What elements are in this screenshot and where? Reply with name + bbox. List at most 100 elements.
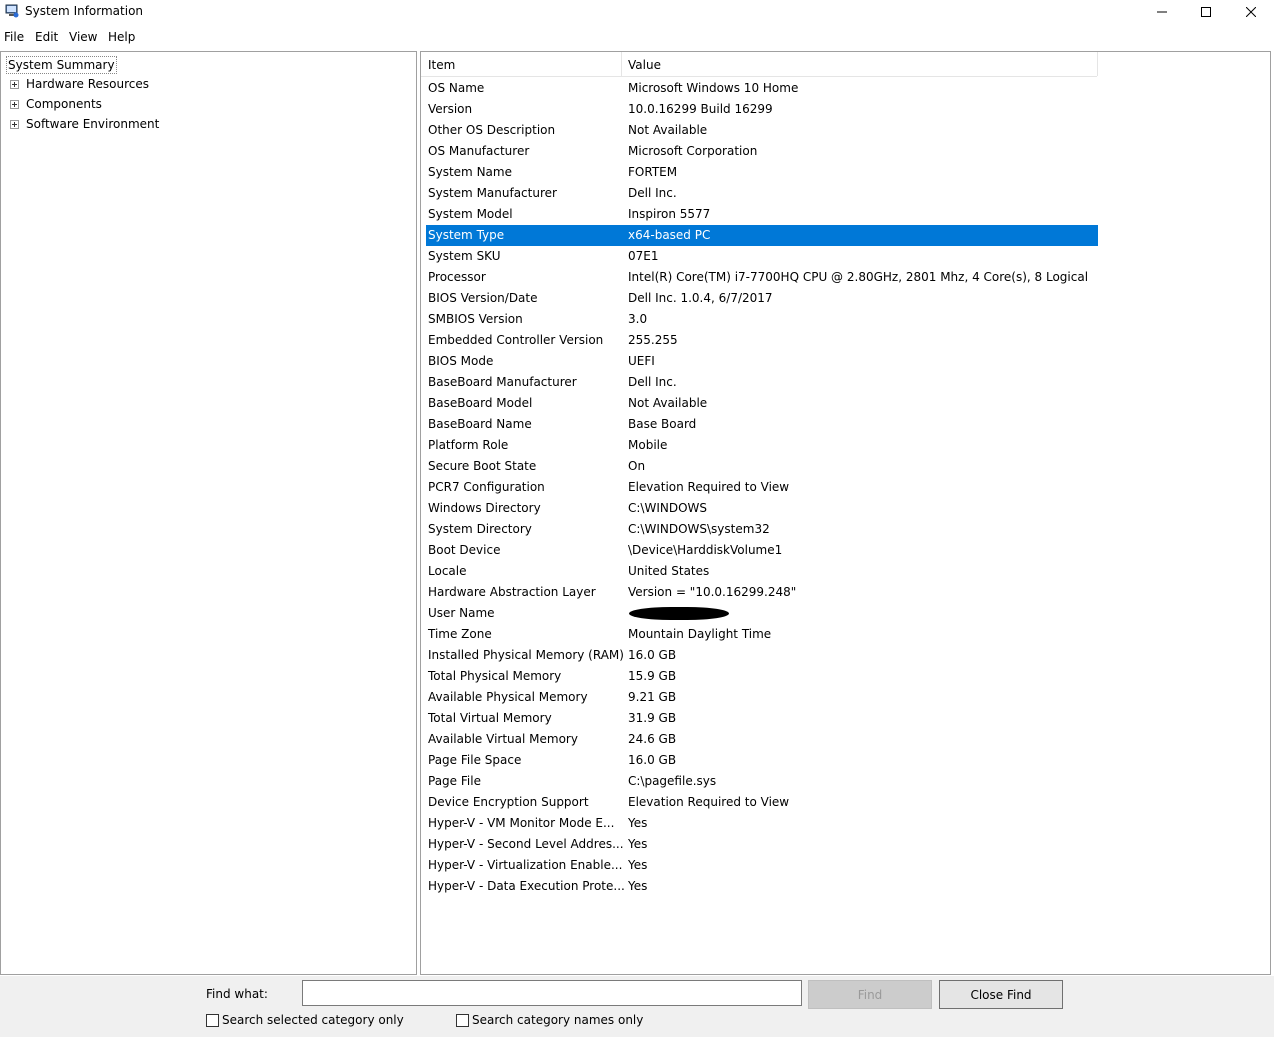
close-button[interactable] (1228, 0, 1274, 24)
find-label: Find what: (206, 987, 268, 1001)
expand-icon[interactable] (10, 79, 19, 89)
tree-item-label: Hardware Resources (26, 77, 150, 91)
table-row[interactable]: Hyper-V - Second Level Addres... Yes (426, 834, 1098, 855)
row-item: BaseBoard Model (428, 396, 533, 410)
tree-item-system-summary[interactable]: System Summary (6, 56, 117, 74)
table-row[interactable]: Installed Physical Memory (RAM) 16.0 GB (426, 645, 1098, 666)
row-item: Hyper-V - VM Monitor Mode E... (428, 816, 615, 830)
row-value: On (628, 459, 646, 473)
table-row[interactable]: Boot Device \Device\HarddiskVolume1 (426, 540, 1098, 561)
table-row[interactable]: Total Physical Memory 15.9 GB (426, 666, 1098, 687)
row-item: Device Encryption Support (428, 795, 589, 809)
column-divider[interactable] (1097, 52, 1098, 76)
column-divider[interactable] (621, 52, 622, 76)
system-information-app-icon (5, 4, 19, 18)
table-row[interactable]: BaseBoard Model Not Available (426, 393, 1098, 414)
expand-icon[interactable] (10, 99, 19, 109)
search-category-names-checkbox[interactable]: Search category names only (456, 1013, 643, 1027)
row-value: 15.9 GB (628, 669, 677, 683)
row-value: Mountain Daylight Time (628, 627, 772, 641)
row-value: 16.0 GB (628, 648, 677, 662)
column-header-value[interactable]: Value (628, 58, 661, 72)
column-header-item[interactable]: Item (428, 58, 455, 72)
row-item: System SKU (428, 249, 501, 263)
minimize-icon (1157, 11, 1167, 13)
row-item: System Model (428, 207, 513, 221)
list-header: Item Value (421, 52, 1098, 77)
row-item: System Type (428, 228, 505, 242)
row-value: Intel(R) Core(TM) i7-7700HQ CPU @ 2.80GH… (628, 270, 1088, 284)
table-row[interactable]: OS Manufacturer Microsoft Corporation (426, 141, 1098, 162)
table-row[interactable]: User Name (426, 603, 1098, 624)
row-item: BaseBoard Manufacturer (428, 375, 577, 389)
table-row[interactable]: Processor Intel(R) Core(TM) i7-7700HQ CPU… (426, 267, 1098, 288)
table-row[interactable]: Hardware Abstraction Layer Version = "10.… (426, 582, 1098, 603)
table-row[interactable]: Hyper-V - Data Execution Prote... Yes (426, 876, 1098, 897)
table-row[interactable]: System Name FORTEM (426, 162, 1098, 183)
table-row[interactable]: Hyper-V - VM Monitor Mode E... Yes (426, 813, 1098, 834)
row-item: Page File (428, 774, 481, 788)
menu-help[interactable]: Help (108, 30, 135, 44)
table-row[interactable]: Available Virtual Memory 24.6 GB (426, 729, 1098, 750)
table-row[interactable]: System Directory C:\WINDOWS\system32 (426, 519, 1098, 540)
row-value: Elevation Required to View (628, 480, 790, 494)
table-row[interactable]: Windows Directory C:\WINDOWS (426, 498, 1098, 519)
table-row[interactable]: OS Name Microsoft Windows 10 Home (426, 78, 1098, 99)
table-row[interactable]: BaseBoard Manufacturer Dell Inc. (426, 372, 1098, 393)
table-row[interactable]: Secure Boot State On (426, 456, 1098, 477)
tree-item-software-environment[interactable]: Software Environment (10, 116, 159, 132)
menu-view[interactable]: View (69, 30, 97, 44)
row-value: Base Board (628, 417, 697, 431)
table-row[interactable]: PCR7 Configuration Elevation Required to … (426, 477, 1098, 498)
list-rows: OS Name Microsoft Windows 10 Home Version 1… (426, 78, 1098, 897)
table-row[interactable]: System Model Inspiron 5577 (426, 204, 1098, 225)
tree-item-components[interactable]: Components (10, 96, 102, 112)
table-row[interactable]: Device Encryption Support Elevation Requi… (426, 792, 1098, 813)
find-button[interactable]: Find (808, 980, 932, 1009)
category-tree[interactable]: System Summary Hardware Resources Compon… (0, 51, 417, 975)
table-row[interactable]: System Manufacturer Dell Inc. (426, 183, 1098, 204)
table-row[interactable]: Embedded Controller Version 255.255 (426, 330, 1098, 351)
table-row[interactable]: Hyper-V - Virtualization Enable... Yes (426, 855, 1098, 876)
row-value: C:\WINDOWS (628, 501, 708, 515)
table-row[interactable]: Other OS Description Not Available (426, 120, 1098, 141)
close-find-button[interactable]: Close Find (939, 980, 1063, 1009)
checkbox-box[interactable] (206, 1013, 219, 1027)
find-input[interactable] (302, 980, 802, 1006)
table-row[interactable]: BIOS Version/Date Dell Inc. 1.0.4, 6/7/20… (426, 288, 1098, 309)
table-row[interactable]: System SKU 07E1 (426, 246, 1098, 267)
row-value: United States (628, 564, 710, 578)
row-item: System Name (428, 165, 512, 179)
table-row[interactable]: Page File C:\pagefile.sys (426, 771, 1098, 792)
row-item: Page File Space (428, 753, 522, 767)
window-title: System Information (25, 4, 144, 18)
row-value: Yes (628, 816, 648, 830)
table-row[interactable]: Available Physical Memory 9.21 GB (426, 687, 1098, 708)
menu-edit[interactable]: Edit (35, 30, 58, 44)
checkbox-box[interactable] (456, 1013, 469, 1027)
expand-icon[interactable] (10, 119, 19, 129)
table-row[interactable]: SMBIOS Version 3.0 (426, 309, 1098, 330)
close-icon (1246, 7, 1256, 17)
table-row[interactable]: Time Zone Mountain Daylight Time (426, 624, 1098, 645)
table-row[interactable]: System Type x64-based PC (426, 225, 1098, 246)
row-value: 255.255 (628, 333, 678, 347)
row-value: 10.0.16299 Build 16299 (628, 102, 773, 116)
table-row[interactable]: Total Virtual Memory 31.9 GB (426, 708, 1098, 729)
row-item: SMBIOS Version (428, 312, 523, 326)
row-value: 24.6 GB (628, 732, 677, 746)
tree-item-hardware-resources[interactable]: Hardware Resources (10, 76, 149, 92)
row-value: Not Available (628, 396, 708, 410)
table-row[interactable]: BaseBoard Name Base Board (426, 414, 1098, 435)
search-selected-category-checkbox[interactable]: Search selected category only (206, 1013, 404, 1027)
maximize-button[interactable] (1183, 0, 1229, 24)
maximize-icon (1201, 7, 1211, 17)
menu-file[interactable]: File (4, 30, 24, 44)
table-row[interactable]: Locale United States (426, 561, 1098, 582)
table-row[interactable]: Page File Space 16.0 GB (426, 750, 1098, 771)
minimize-button[interactable] (1139, 0, 1185, 24)
table-row[interactable]: BIOS Mode UEFI (426, 351, 1098, 372)
table-row[interactable]: Platform Role Mobile (426, 435, 1098, 456)
details-list[interactable]: Item Value OS Name Microsoft Windows 10 H… (420, 51, 1271, 975)
table-row[interactable]: Version 10.0.16299 Build 16299 (426, 99, 1098, 120)
